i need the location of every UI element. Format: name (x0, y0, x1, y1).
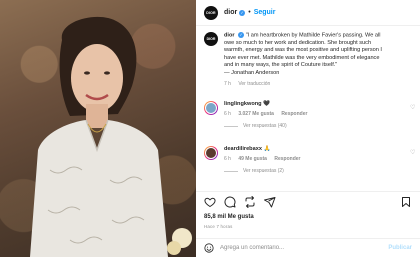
separator-dot: • (248, 9, 251, 16)
follow-button[interactable]: Seguir (254, 9, 276, 16)
caption-line: and in many ways, the spirit of Couture … (224, 62, 338, 69)
like-heart-icon[interactable] (204, 196, 216, 208)
portrait-illustration (30, 16, 192, 257)
comment-like-heart-icon[interactable]: ♡ (410, 150, 416, 156)
comment-emoji: 🙏 (263, 146, 271, 152)
caption-meta: 7 h Ver traducción (224, 81, 412, 87)
verified-badge-icon: ✓ (238, 32, 245, 38)
caption-time: 7 h (224, 81, 231, 88)
comment-time: 6 h (224, 156, 231, 162)
account-username[interactable]: dior (224, 9, 237, 16)
share-send-icon[interactable] (264, 196, 276, 208)
reply-button[interactable]: Responder (281, 111, 307, 117)
replies-divider (224, 125, 238, 127)
caption-line: have ever met. Mathilde was the very emb… (224, 54, 380, 61)
comment-like-heart-icon[interactable]: ♡ (410, 105, 416, 111)
comment-item: linglingkwong 🖤 6 h 3.027 Me gusta Respo… (204, 101, 416, 129)
view-replies-label: Ver respuestas (2) (243, 168, 284, 174)
commenter-avatar[interactable] (204, 146, 218, 160)
comment-meta: 6 h 3.027 Me gusta Responder (224, 111, 416, 117)
post-actions-bar (196, 191, 420, 211)
post-timestamp: Hace 7 horas (204, 224, 233, 229)
post-photo[interactable] (0, 0, 196, 257)
comment-emoji: 🖤 (263, 101, 271, 107)
caption-line: "I am heartbroken by Mathilde Favier's p… (245, 32, 381, 39)
bookmark-icon[interactable] (400, 196, 412, 208)
comment-bubble-icon[interactable] (224, 196, 236, 208)
repost-icon[interactable] (244, 195, 256, 208)
post-detail-panel: DIOR dior ✓ • Seguir DIOR dior ✓ "I am h… (196, 0, 420, 257)
emoji-icon[interactable] (204, 243, 214, 253)
reply-button[interactable]: Responder (274, 156, 300, 162)
caption-avatar[interactable]: DIOR (204, 32, 218, 46)
replies-divider (224, 170, 238, 172)
likes-count[interactable]: 85,8 mil Me gusta (204, 214, 254, 220)
view-replies-label: Ver respuestas (40) (243, 123, 287, 129)
comment-item: deardilirebaxx 🙏 6 h 49 Me gusta Respond… (204, 146, 416, 174)
account-avatar[interactable]: DIOR (204, 5, 218, 20)
commenter-avatar[interactable] (204, 101, 218, 115)
commenter-username[interactable]: deardilirebaxx (224, 146, 262, 152)
comment-likes[interactable]: 49 Me gusta (238, 156, 267, 162)
commenter-username[interactable]: linglingkwong (224, 101, 262, 107)
comment-likes[interactable]: 3.027 Me gusta (238, 111, 274, 117)
comment-composer: Publicar (196, 238, 420, 257)
caption-text: dior ✓ "I am heartbroken by Mathilde Fav… (224, 32, 382, 77)
comment-time: 6 h (224, 111, 231, 117)
view-replies-link[interactable]: Ver respuestas (40) (224, 123, 416, 129)
comment-input[interactable] (220, 245, 389, 251)
verified-badge-icon: ✓ (239, 9, 246, 16)
caption-line: — Jonathan Anderson (224, 69, 280, 76)
caption-line: owe so much to her work and dedication. … (224, 39, 372, 46)
post-caption: DIOR dior ✓ "I am heartbroken by Mathild… (204, 32, 412, 87)
comment-meta: 6 h 49 Me gusta Responder (224, 156, 416, 162)
see-translation-link[interactable]: Ver traducción (238, 81, 270, 87)
view-replies-link[interactable]: Ver respuestas (2) (224, 168, 416, 174)
caption-line: warmth, energy and was the most positive… (224, 47, 382, 54)
publish-button[interactable]: Publicar (388, 245, 412, 251)
post-header: DIOR dior ✓ • Seguir (196, 0, 420, 26)
caption-username[interactable]: dior (224, 32, 235, 38)
